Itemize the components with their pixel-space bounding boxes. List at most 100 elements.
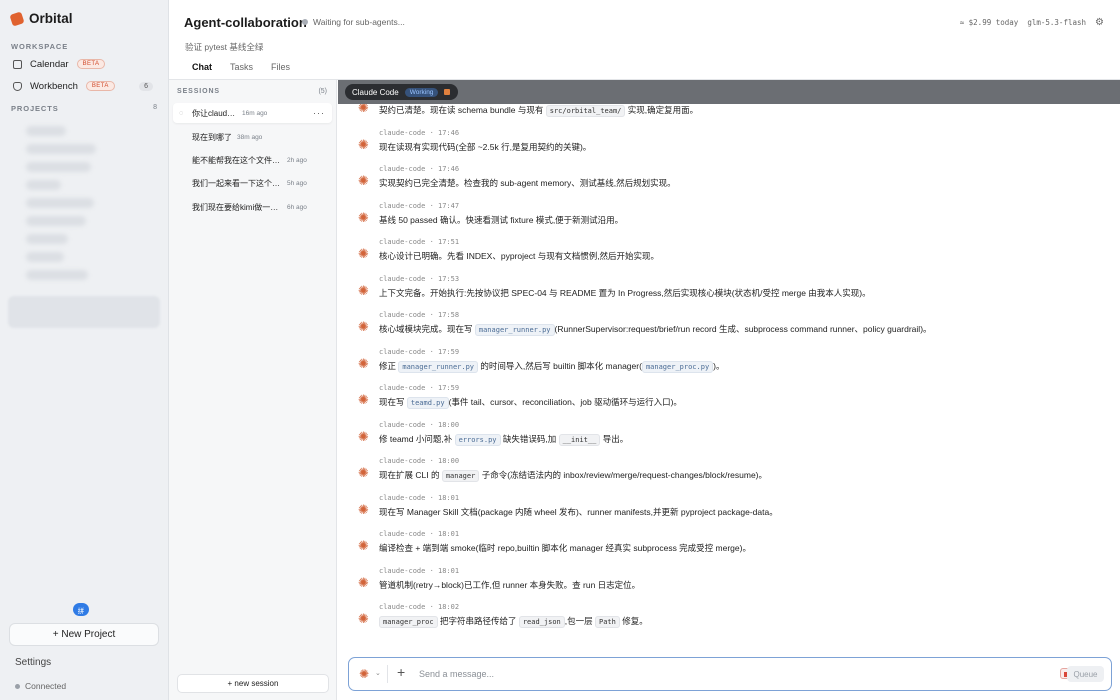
inline-code: teamd.py [406,397,449,409]
connection-label: Connected [25,681,67,691]
workspace-label: WORKSPACE [11,42,69,51]
message-meta: claude-code · 18:02 [379,603,460,611]
message-meta: claude-code · 18:00 [379,420,460,429]
message-text: 核心设计已明确。先看 INDEX、pyproject 与现有文档惯例,然后开始实… [379,250,659,262]
tab-files[interactable]: Files [262,58,299,81]
brand[interactable]: Orbital [9,10,73,27]
session-item[interactable]: ◌ 你让claude... 16m ago ··· [173,103,332,123]
claude-logo-icon: ✺ [358,247,369,262]
session-age: 6h ago [287,203,307,211]
stop-agent-icon[interactable] [444,89,451,95]
agent-bar: Claude Code Working [338,80,1120,104]
message-text-segment: 修 teamd 小问题,补 [379,433,455,444]
cost-today: ≈ $2.99 today [959,18,1019,27]
message-meta: claude-code · 17:59 [379,347,460,356]
message-text-segment: 把字符串路径传给了 [437,616,519,626]
projects-label: PROJECTS [11,104,59,113]
chevron-down-icon[interactable]: ⌄ [375,669,381,677]
message-text-segment: ,包一层 [564,616,595,626]
inline-code: __init__ [558,433,601,446]
message-meta: claude-code · 18:00 [379,457,460,465]
message-text-segment: 缺失错误码,加 [500,433,559,444]
projects-list-blurred[interactable] [14,118,159,330]
queue-button[interactable]: Queue [1067,666,1104,682]
inline-code: manager_runner.py [474,324,555,336]
claude-logo-icon: ✺ [358,137,369,153]
app-name: Orbital [29,11,73,26]
page-title: Agent-collaboration [184,15,307,30]
agent-avatar-icon[interactable]: ✺ [359,667,369,681]
message-text-segment: 实现,确定复用面。 [625,105,699,115]
sessions-label: SESSIONS [177,88,220,95]
session-item[interactable]: 能不能帮我在这个文件夹s... 2h ago [173,150,332,170]
message-text: 修正 manager_runner.py 的时间导入,然后写 builtin 脚… [379,360,725,373]
message-meta: claude-code · 17:46 [379,128,460,137]
session-title: 你让claude... [192,108,237,118]
claude-logo-icon: ✺ [358,210,369,226]
agent-pill[interactable]: Claude Code Working [345,84,459,100]
inline-code: manager_runner.py [398,360,479,373]
message-text-segment: (事件 tail、cursor、reconciliation、job 驱动循环与… [448,397,682,407]
message-meta: claude-code · 18:01 [379,493,460,502]
connection-status: Connected [15,681,66,691]
inline-code: errors.py [454,433,501,446]
message-text: 修 teamd 小问题,补 errors.py 缺失错误码,加 __init__… [379,433,628,446]
message-text-segment: 核心域模块完成。现在写 [379,324,475,334]
beta-badge: BETA [76,59,106,69]
connection-dot-icon [15,683,20,689]
calendar-icon [13,59,22,69]
status-label: Waiting for sub-agents... [313,17,405,27]
session-age: 16m ago [242,109,268,117]
sidebar-item-workbench[interactable]: Workbench BETA 6 [8,76,158,96]
add-attachment-button[interactable]: + [397,664,405,680]
session-title: 我们现在要给kimi做一个... [192,202,282,212]
workbench-count-badge: 6 [139,81,153,91]
gear-icon[interactable]: ⚙ [1095,17,1104,28]
session-age: 5h ago [287,179,307,187]
message-text-segment: 修正 [379,360,399,371]
new-project-button[interactable]: + New Project [9,623,159,646]
message-text: 核心域模块完成。现在写 manager_runner.py (RunnerSupe… [379,323,932,336]
tab-tasks[interactable]: Tasks [221,58,262,81]
message-input[interactable] [419,666,1019,682]
session-item[interactable]: 现在到哪了 38m ago [173,127,332,147]
app-window: Orbital WORKSPACE Calendar BETA Workbenc… [0,0,1120,700]
model-name[interactable]: glm-5.3-flash [1027,18,1086,27]
more-options-icon[interactable]: ··· [313,108,325,118]
message-text-segment: 契约已清楚。现在读 schema bundle 与现有 [379,105,546,115]
message-text-segment: 基线 50 passed 确认。快速看测试 fixture 模式,便于新测试沿用… [379,214,624,225]
session-title: 我们一起来看一下这个tea... [192,178,282,188]
claude-logo-icon: ✺ [358,612,369,627]
sidebar-item-label: Calendar [30,58,69,70]
message-meta: claude-code · 17:51 [379,238,460,246]
tab-chat[interactable]: Chat [183,58,221,81]
claude-logo-icon: ✺ [358,393,369,408]
claude-logo-icon: ✺ [358,539,369,554]
message-text-segment: 的时间导入,然后写 builtin 脚本化 manager( [478,360,642,371]
message-list[interactable]: ✺ claude-code · 17:46 契约已清楚。现在读 schema bun… [338,104,1120,654]
settings-link[interactable]: Settings [15,657,51,668]
sessions-panel: SESSIONS (5) ◌ 你让claude... 16m ago ··· 现… [169,80,337,700]
message-meta: claude-code · 18:01 [379,566,460,575]
message-text-segment: (RunnerSupervisor:request/brief/run reco… [554,324,932,334]
session-item[interactable]: 我们现在要给kimi做一个... 6h ago [173,197,332,217]
status-dot-icon [302,19,308,25]
session-title: 能不能帮我在这个文件夹s... [192,155,282,165]
message-text-segment: 核心设计已明确。先看 INDEX、pyproject 与现有文档惯例,然后开始实… [379,251,660,261]
message-text-segment: )。 [713,360,725,371]
message-text: 现在写 Manager Skill 文档(package 内随 wheel 发布… [379,506,778,518]
message-text-segment: 子命令(冻结语法内的 inbox/review/merge/request-ch… [479,470,768,480]
claude-logo-icon: ✺ [358,283,369,299]
message-text: manager_proc 把字符串路径传给了 read_json ,包一层 Pat… [379,615,648,628]
new-session-button[interactable]: + new session [177,674,329,693]
message-meta: claude-code · 17:47 [379,201,460,210]
message-text-segment: 现在读现有实现代码(全部 ~2.5k 行,是复用契约的关键)。 [379,141,592,152]
sidebar-item-calendar[interactable]: Calendar BETA [8,54,158,74]
claude-logo-icon: ✺ [358,104,369,116]
message-text-segment: 编译检查 + 端到端 smoke(临时 repo,builtin 脚本化 man… [379,543,751,553]
page-subtitle: 验证 pytest 基线全绿 [185,42,264,52]
inline-code: manager_proc [379,616,438,628]
session-item[interactable]: 我们一起来看一下这个tea... 5h ago [173,173,332,193]
message-text-segment: 上下文完备。开始执行:先按协议把 SPEC-04 与 README 置为 In … [379,287,871,298]
tab-bar: Chat Tasks Files [183,58,299,81]
